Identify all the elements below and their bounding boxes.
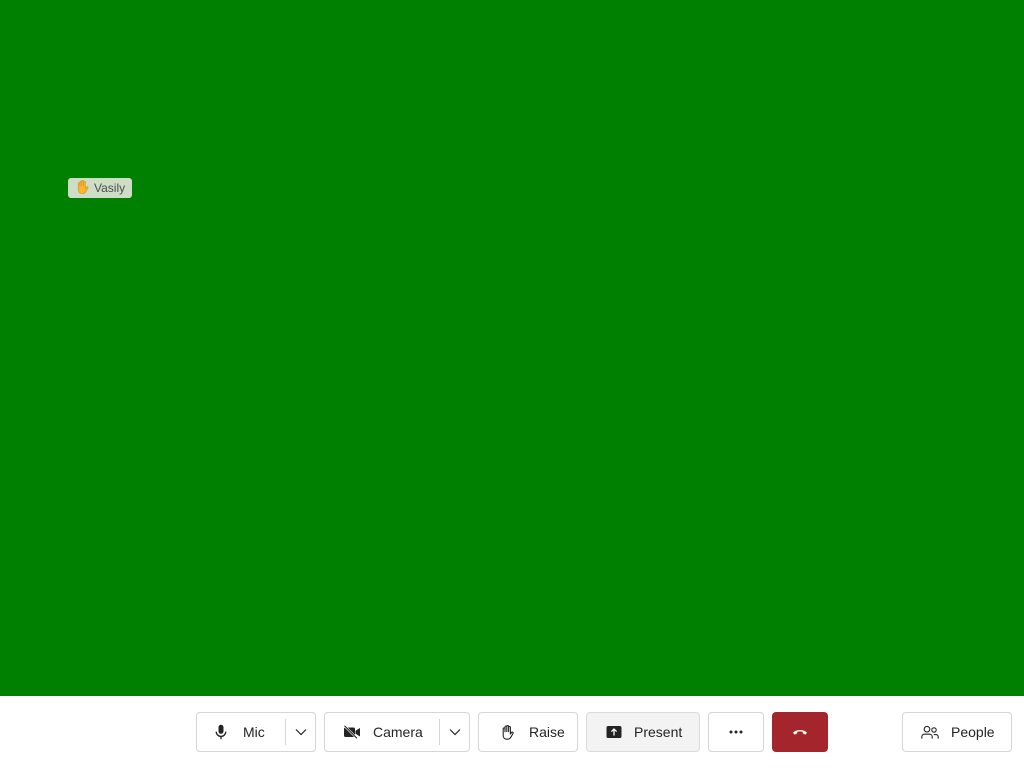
mic-toggle-button[interactable]: Mic [197,713,285,751]
camera-off-icon [343,725,361,739]
chevron-down-icon [449,728,461,736]
hang-up-button[interactable] [772,712,828,752]
mic-options-button[interactable] [286,713,315,751]
video-stage: Vasily [0,0,1024,696]
hang-up-icon [792,728,808,736]
camera-label: Camera [373,724,423,740]
more-options-button[interactable] [708,712,764,752]
camera-split-button: Camera [324,712,470,752]
people-label: People [951,724,995,740]
raise-label: Raise [529,724,565,740]
people-button[interactable]: People [902,712,1012,752]
camera-toggle-button[interactable]: Camera [325,713,439,751]
raised-hand-icon [74,179,90,198]
hand-icon [499,724,515,741]
people-icon [921,725,939,740]
mic-label: Mic [243,724,265,740]
present-label: Present [634,724,683,740]
present-button[interactable]: Present [586,712,700,752]
mic-split-button: Mic [196,712,316,752]
chevron-down-icon [295,728,307,736]
camera-options-button[interactable] [440,713,469,751]
more-options-icon [728,730,744,734]
participant-name-tag: Vasily [68,178,132,198]
participant-name: Vasily [94,181,126,195]
share-screen-icon [606,725,622,739]
raise-hand-button[interactable]: Raise [478,712,578,752]
microphone-icon [215,724,227,740]
